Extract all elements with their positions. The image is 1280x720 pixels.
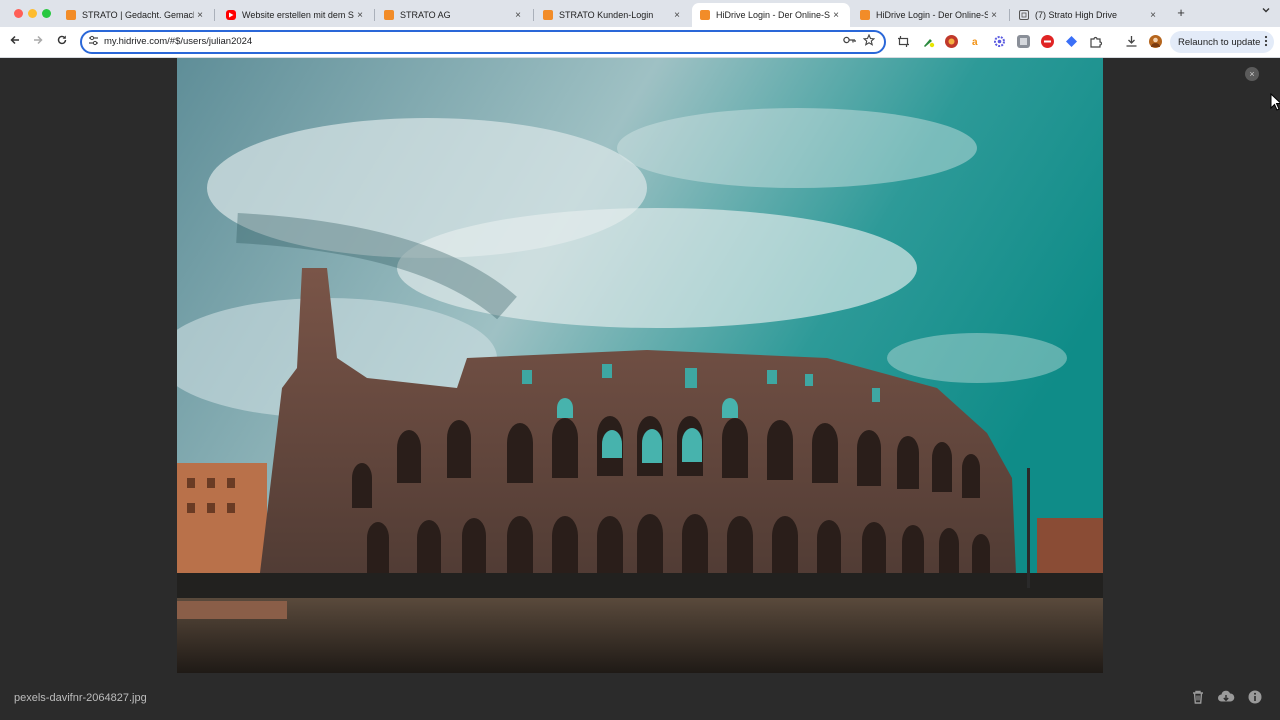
tab-title: STRATO | Gedacht. Gemacht.	[82, 10, 194, 20]
browser-tab[interactable]: STRATO AG ×	[376, 3, 532, 27]
profile-avatar[interactable]	[1149, 35, 1162, 48]
pen-extension-icon[interactable]	[922, 35, 935, 48]
tab-search-chevron-icon[interactable]	[1258, 5, 1274, 21]
trash-icon[interactable]	[1190, 689, 1206, 705]
svg-text:a: a	[972, 37, 978, 48]
tab-close-icon[interactable]: ×	[671, 10, 683, 21]
tab-close-icon[interactable]: ×	[354, 10, 366, 21]
red-circle-extension-icon[interactable]	[945, 35, 958, 48]
generic-page-icon	[1019, 10, 1029, 20]
tab-title: HiDrive Login - Der Online-Sp	[876, 10, 988, 20]
mouse-cursor-icon	[1270, 92, 1280, 111]
tab-divider	[214, 9, 215, 21]
browser-tab[interactable]: HiDrive Login - Der Online-Sp ×	[852, 3, 1008, 27]
strato-icon	[700, 10, 710, 20]
window-close-button[interactable]	[14, 9, 23, 18]
more-menu-icon[interactable]	[1264, 35, 1268, 50]
browser-tab[interactable]: Website erstellen mit dem ST ×	[218, 3, 374, 27]
screenshot-extension-icon[interactable]	[897, 35, 910, 48]
gear-extension-icon[interactable]	[993, 35, 1006, 48]
grey-square-extension-icon[interactable]	[1017, 35, 1030, 48]
reload-icon[interactable]	[53, 33, 71, 51]
strato-icon	[384, 10, 394, 20]
relaunch-label: Relaunch to update	[1178, 36, 1261, 48]
tab-divider	[374, 9, 375, 21]
info-icon[interactable]	[1247, 689, 1263, 705]
back-arrow-icon[interactable]	[6, 33, 24, 51]
tab-close-icon[interactable]: ×	[512, 10, 524, 21]
extensions-puzzle-icon[interactable]	[1089, 35, 1103, 48]
strato-icon	[66, 10, 76, 20]
amazon-extension-icon[interactable]: a	[969, 35, 982, 48]
new-tab-button[interactable]: +	[1173, 5, 1189, 21]
tab-title: STRATO Kunden-Login	[559, 10, 654, 20]
browser-tab[interactable]: STRATO | Gedacht. Gemacht. ×	[58, 3, 214, 27]
bookmark-star-icon[interactable]	[862, 33, 876, 49]
tab-divider	[1009, 9, 1010, 21]
viewer-footer: pexels-davifnr-2064827.jpg	[0, 673, 1280, 720]
tab-title: Website erstellen mit dem ST	[242, 10, 354, 20]
url-text[interactable]: my.hidrive.com/#$/users/julian2024	[104, 36, 252, 47]
tab-title: STRATO AG	[400, 10, 451, 20]
site-settings-icon[interactable]	[88, 35, 99, 49]
file-name: pexels-davifnr-2064827.jpg	[14, 692, 147, 704]
relaunch-to-update-button[interactable]: Relaunch to update	[1170, 31, 1274, 53]
browser-tab[interactable]: STRATO Kunden-Login ×	[535, 3, 691, 27]
tab-title: (7) Strato High Drive	[1035, 10, 1118, 20]
youtube-icon	[226, 10, 236, 20]
blue-diamond-extension-icon[interactable]	[1065, 35, 1078, 48]
download-icon[interactable]	[1125, 35, 1138, 48]
image-viewer: ×	[0, 58, 1280, 673]
tab-title: HiDrive Login - Der Online-Sp	[716, 10, 830, 20]
tab-divider	[533, 9, 534, 21]
tab-close-icon[interactable]: ×	[1147, 10, 1159, 21]
browser-tab-strip: STRATO | Gedacht. Gemacht. × Website ers…	[0, 0, 1280, 27]
close-viewer-button[interactable]: ×	[1245, 67, 1259, 81]
tab-close-icon[interactable]: ×	[830, 10, 842, 21]
adblock-extension-icon[interactable]	[1041, 35, 1054, 48]
strato-icon	[543, 10, 553, 20]
tab-close-icon[interactable]: ×	[988, 10, 1000, 21]
browser-toolbar: my.hidrive.com/#$/users/julian2024 a Rel…	[0, 27, 1280, 58]
strato-icon	[860, 10, 870, 20]
tab-close-icon[interactable]: ×	[194, 10, 206, 21]
window-minimize-button[interactable]	[28, 9, 37, 18]
password-key-icon[interactable]	[843, 35, 856, 48]
cloud-download-icon[interactable]	[1217, 689, 1235, 705]
forward-arrow-icon[interactable]	[29, 33, 47, 51]
browser-tab[interactable]: (7) Strato High Drive ×	[1011, 3, 1167, 27]
window-zoom-button[interactable]	[42, 9, 51, 18]
browser-tab-active[interactable]: HiDrive Login - Der Online-Sp ×	[692, 3, 850, 27]
address-bar[interactable]: my.hidrive.com/#$/users/julian2024	[80, 30, 886, 54]
colosseum-photo	[177, 58, 1103, 673]
